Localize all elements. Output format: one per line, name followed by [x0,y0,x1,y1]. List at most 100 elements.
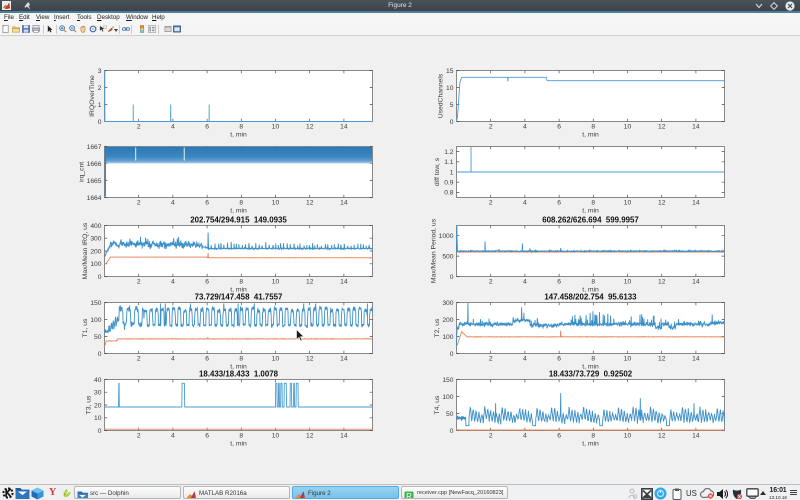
svg-text:100: 100 [90,317,101,324]
svg-text:6: 6 [205,279,209,286]
svg-text:10: 10 [272,279,280,286]
svg-text:200: 200 [90,248,101,255]
svg-text:8: 8 [239,124,243,131]
svg-text:1666: 1666 [87,161,102,168]
svg-text:100: 100 [442,334,453,341]
svg-text:14: 14 [692,200,700,207]
svg-text:12: 12 [658,279,666,286]
svg-text:4: 4 [171,356,175,363]
svg-text:4: 4 [171,124,175,131]
svg-text:2: 2 [137,200,141,207]
svg-text:12: 12 [658,433,666,440]
svg-text:1.2: 1.2 [444,149,454,156]
svg-text:4: 4 [171,200,175,207]
svg-text:2: 2 [137,356,141,363]
svg-text:10: 10 [624,200,632,207]
svg-text:T3, us: T3, us [86,395,93,414]
svg-text:14: 14 [340,279,348,286]
svg-text:1: 1 [450,169,454,176]
svg-text:0: 0 [450,351,454,358]
svg-text:10: 10 [624,124,632,131]
svg-text:6: 6 [205,200,209,207]
svg-text:10: 10 [624,279,632,286]
svg-text:150: 150 [90,300,101,307]
svg-text:Max/Mean IRQ, us: Max/Mean IRQ, us [82,222,89,279]
svg-text:18.433/73.729 0.92502: 18.433/73.729 0.92502 [549,369,633,378]
svg-text:150: 150 [442,377,453,384]
svg-text:300: 300 [442,300,453,307]
svg-text:0: 0 [98,119,102,126]
svg-text:6: 6 [557,433,561,440]
svg-text:12: 12 [306,433,314,440]
svg-text:2: 2 [137,433,141,440]
svg-text:400: 400 [90,223,101,230]
svg-text:12: 12 [658,124,666,131]
svg-text:202.754/294.915 149.0935: 202.754/294.915 149.0935 [190,215,287,224]
svg-text:14: 14 [692,279,700,286]
svg-text:300: 300 [90,236,101,243]
svg-text:14: 14 [692,433,700,440]
svg-text:8: 8 [591,433,595,440]
svg-text:200: 200 [442,317,453,324]
svg-text:0: 0 [450,428,454,435]
svg-text:12: 12 [306,200,314,207]
svg-text:8: 8 [239,433,243,440]
svg-text:147.458/202.754 95.6133: 147.458/202.754 95.6133 [544,292,637,301]
svg-text:1665: 1665 [87,178,102,185]
svg-text:t, min: t, min [582,132,599,139]
svg-text:T1, us: T1, us [82,318,89,337]
svg-text:3: 3 [98,68,102,75]
svg-text:8: 8 [239,356,243,363]
svg-text:t, min: t, min [582,208,599,215]
svg-text:6: 6 [557,279,561,286]
svg-text:6: 6 [557,356,561,363]
svg-text:12: 12 [306,356,314,363]
svg-text:0: 0 [98,351,102,358]
svg-text:4: 4 [523,124,527,131]
svg-text:4: 4 [523,433,527,440]
svg-text:10: 10 [624,356,632,363]
svg-text:10: 10 [272,200,280,207]
svg-text:5: 5 [450,102,454,109]
svg-text:2: 2 [489,124,493,131]
svg-text:4: 4 [171,433,175,440]
svg-text:1664: 1664 [87,195,102,202]
svg-text:12: 12 [306,279,314,286]
svg-text:t, min: t, min [230,132,247,139]
svg-text:6: 6 [205,124,209,131]
svg-text:8: 8 [591,200,595,207]
svg-text:T4, us: T4, us [434,395,441,414]
svg-text:6: 6 [557,124,561,131]
svg-text:6: 6 [557,200,561,207]
svg-text:6: 6 [205,356,209,363]
svg-text:14: 14 [340,124,348,131]
svg-text:1667: 1667 [87,144,102,151]
svg-text:4: 4 [523,279,527,286]
svg-text:1: 1 [98,102,102,109]
svg-text:0: 0 [450,274,454,281]
svg-text:2: 2 [137,279,141,286]
svg-text:20: 20 [94,402,102,409]
svg-text:12: 12 [658,356,666,363]
svg-text:1.1: 1.1 [444,159,454,166]
svg-text:2: 2 [489,433,493,440]
svg-text:18.433/18.433 1.0078: 18.433/18.433 1.0078 [199,369,279,378]
svg-text:0.9: 0.9 [444,180,454,187]
svg-text:30: 30 [94,390,102,397]
svg-text:10: 10 [272,356,280,363]
svg-text:8: 8 [239,200,243,207]
svg-text:2: 2 [489,279,493,286]
svg-text:500: 500 [442,253,453,260]
svg-text:t, min: t, min [230,208,247,215]
svg-text:100: 100 [442,394,453,401]
svg-text:10: 10 [272,124,280,131]
svg-text:4: 4 [171,279,175,286]
svg-text:10: 10 [624,433,632,440]
svg-text:100: 100 [90,261,101,268]
svg-text:2: 2 [98,85,102,92]
svg-text:t, min: t, min [230,441,247,448]
svg-text:irq_cnt: irq_cnt [79,162,86,183]
svg-text:14: 14 [692,356,700,363]
svg-text:IRQOverTime: IRQOverTime [89,75,96,117]
svg-text:8: 8 [591,124,595,131]
